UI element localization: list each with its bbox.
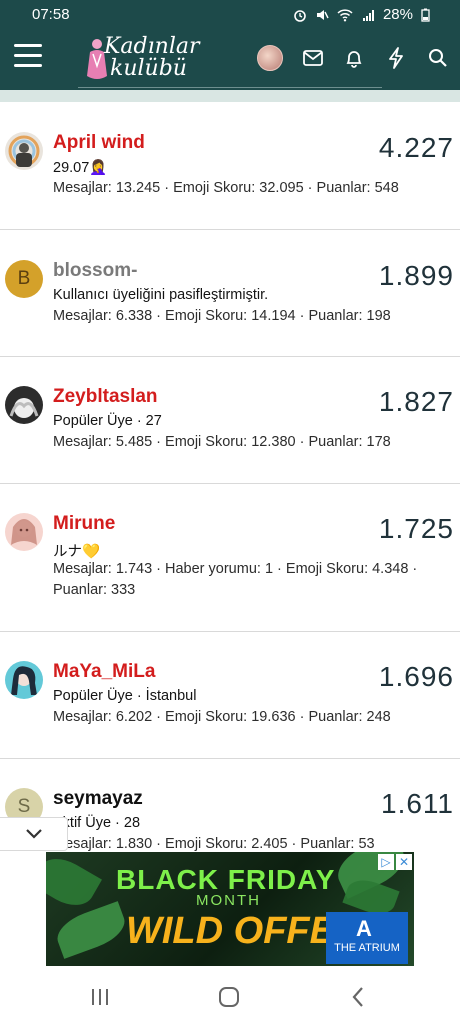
status-bar: 07:58 28% [0,0,460,30]
mute-icon [316,9,329,20]
wifi-icon [337,8,353,21]
ad-brand-logo: A THE ATRIUM [326,912,408,964]
ad-banner[interactable]: BLACK FRIDAY MONTH WILD OFFERS A THE ATR… [46,852,414,966]
member-score: 1.899 [378,260,454,291]
signal-icon [362,9,374,21]
member-stats: Mesajlar: 1.743 · Haber yorumu: 1 · Emoj… [53,561,418,598]
header-shadow-strip [0,90,460,102]
lightning-icon[interactable] [382,44,410,72]
member-name[interactable]: April wind [53,132,145,154]
chevron-down-icon [25,829,42,839]
avatar[interactable] [5,386,43,424]
status-time: 07:58 [32,6,70,23]
header-divider [78,87,382,88]
system-nav-bar [0,966,460,1024]
ad-brand-mark: A [356,916,372,941]
logo-text-line2: kulübü [110,56,187,81]
back-icon[interactable] [343,982,373,1012]
avatar[interactable] [5,513,43,551]
member-score: 1.827 [378,386,454,417]
member-subtitle: Kullanıcı üyeliğini pasifleştirmiştir. [53,287,269,303]
list-item[interactable]: April wind 29.07🤦‍♀️ Mesajlar: 13.245 · … [0,102,460,230]
member-subtitle: ルナ💛 [53,544,101,560]
member-score: 1.725 [378,513,454,544]
mail-icon[interactable] [299,44,327,72]
ad-leaf-decoration [51,901,131,959]
member-name[interactable]: blossom- [53,260,137,282]
close-icon[interactable]: ✕ [396,854,412,870]
member-subtitle: Popüler Üye · 27 [53,413,162,429]
hamburger-menu-icon[interactable] [14,44,42,68]
search-icon[interactable] [424,44,452,72]
member-name[interactable]: MaYa_MiLa [53,661,155,683]
list-item[interactable]: MaYa_MiLa Popüler Üye · İstanbul Mesajla… [0,632,460,759]
ad-brand-name: THE ATRIUM [334,942,400,954]
member-name[interactable]: seymayaz [53,788,143,810]
member-stats: Mesajlar: 13.245 · Emoji Skoru: 32.095 ·… [53,180,399,196]
collapse-ad-button[interactable] [0,817,68,851]
member-stats: Mesajlar: 6.338 · Emoji Skoru: 14.194 · … [53,308,391,324]
avatar[interactable] [5,661,43,699]
member-score: 4.227 [378,132,454,163]
member-subtitle: 29.07🤦‍♀️ [53,160,108,176]
site-logo[interactable]: Kadınlar kulübü [84,34,204,82]
list-item[interactable]: Zeybltaslan Popüler Üye · 27 Mesajlar: 5… [0,357,460,484]
member-score: 1.611 [381,788,454,819]
member-stats: Mesajlar: 6.202 · Emoji Skoru: 19.636 · … [53,709,391,725]
info-icon[interactable]: ▷ [378,854,394,870]
battery-icon [421,8,430,22]
home-icon[interactable] [214,982,244,1012]
avatar[interactable] [5,132,43,170]
recent-apps-icon[interactable] [85,982,115,1012]
member-score: 1.696 [378,661,454,692]
list-item[interactable]: Mirune ルナ💛 Mesajlar: 1.743 · Haber yorum… [0,484,460,632]
battery-level: 28% [382,6,413,23]
ad-month: MONTH [196,892,261,909]
alarm-icon [294,9,306,22]
status-icons: 28% [293,6,430,23]
user-avatar[interactable] [256,44,284,72]
list-item[interactable]: B blossom- Kullanıcı üyeliğini pasifleşt… [0,230,460,357]
member-name[interactable]: Mirune [53,513,115,535]
member-subtitle: Popüler Üye · İstanbul [53,688,197,704]
ad-leaf-decoration [46,852,102,915]
bell-icon[interactable] [340,44,368,72]
member-name[interactable]: Zeybltaslan [53,386,158,408]
member-stats: Mesajlar: 5.485 · Emoji Skoru: 12.380 · … [53,434,391,450]
app-header: Kadınlar kulübü [0,30,460,90]
member-list: April wind 29.07🤦‍♀️ Mesajlar: 13.245 · … [0,102,460,879]
avatar[interactable]: B [5,260,43,298]
